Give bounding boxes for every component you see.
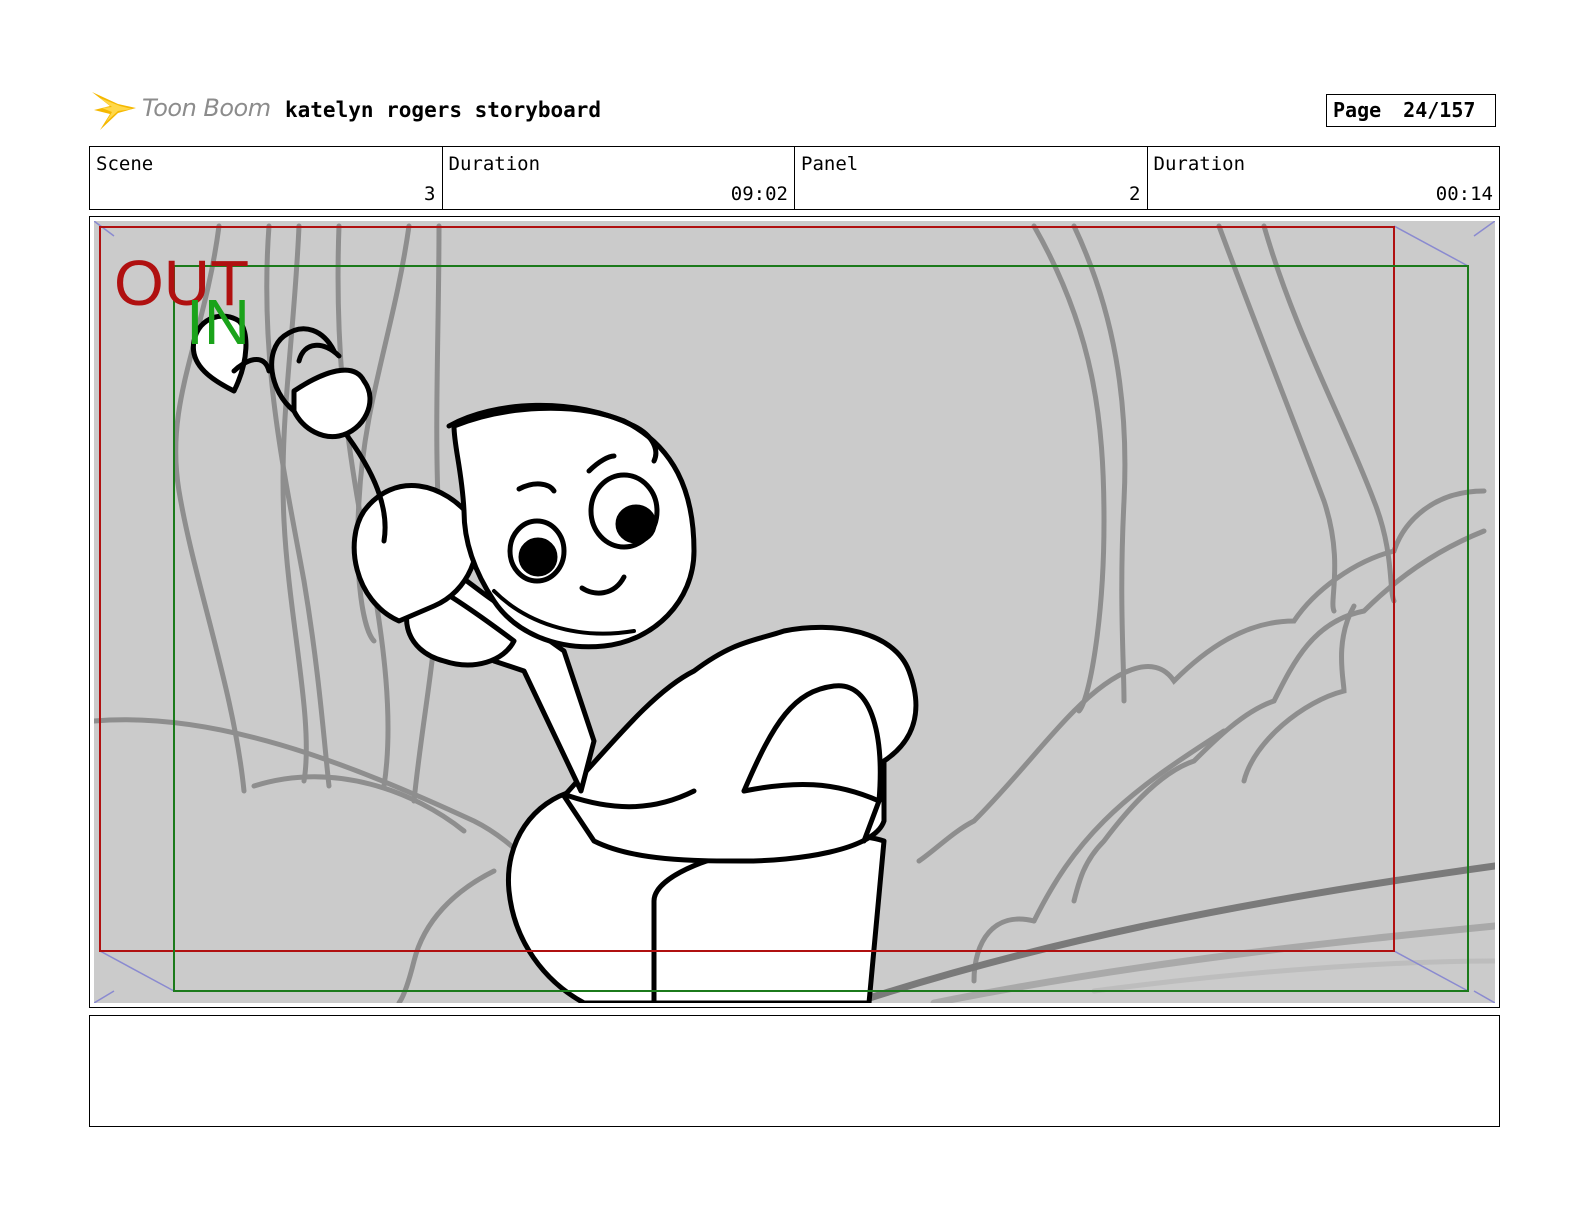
scene-duration-cell: Duration 09:02: [443, 147, 795, 209]
scene-duration-value: 09:02: [730, 183, 788, 205]
scene-value: 3: [424, 183, 436, 205]
panel-duration-value: 00:14: [1435, 183, 1493, 205]
scene-label: Scene: [96, 153, 154, 175]
notes-box[interactable]: [89, 1015, 1500, 1127]
brand-name: Toon Boom: [142, 94, 271, 122]
panel-drawing: OUT IN: [94, 221, 1495, 1003]
scene-cell: Scene 3: [90, 147, 443, 209]
panel-duration-cell: Duration 00:14: [1148, 147, 1500, 209]
panel-cell: Panel 2: [795, 147, 1148, 209]
page-number: 24/157: [1403, 98, 1476, 122]
page-indicator: Page 24/157: [1326, 94, 1496, 127]
storyboard-title: katelyn rogers storyboard: [285, 98, 602, 122]
page-label: Page: [1333, 98, 1382, 122]
toon-boom-logo: Toon Boom: [90, 86, 275, 136]
scene-info-row: Scene 3 Duration 09:02 Panel 2 Duration …: [89, 146, 1500, 210]
page-header: Toon Boom katelyn rogers storyboard Page…: [90, 86, 1500, 136]
panel-duration-label: Duration: [1153, 153, 1246, 175]
panel-label: Panel: [801, 153, 859, 175]
panel-value: 2: [1129, 183, 1141, 205]
scene-duration-label: Duration: [448, 153, 541, 175]
starburst-logo-icon: [92, 92, 136, 130]
panel-frame: OUT IN: [89, 216, 1500, 1008]
in-label: IN: [186, 286, 250, 358]
